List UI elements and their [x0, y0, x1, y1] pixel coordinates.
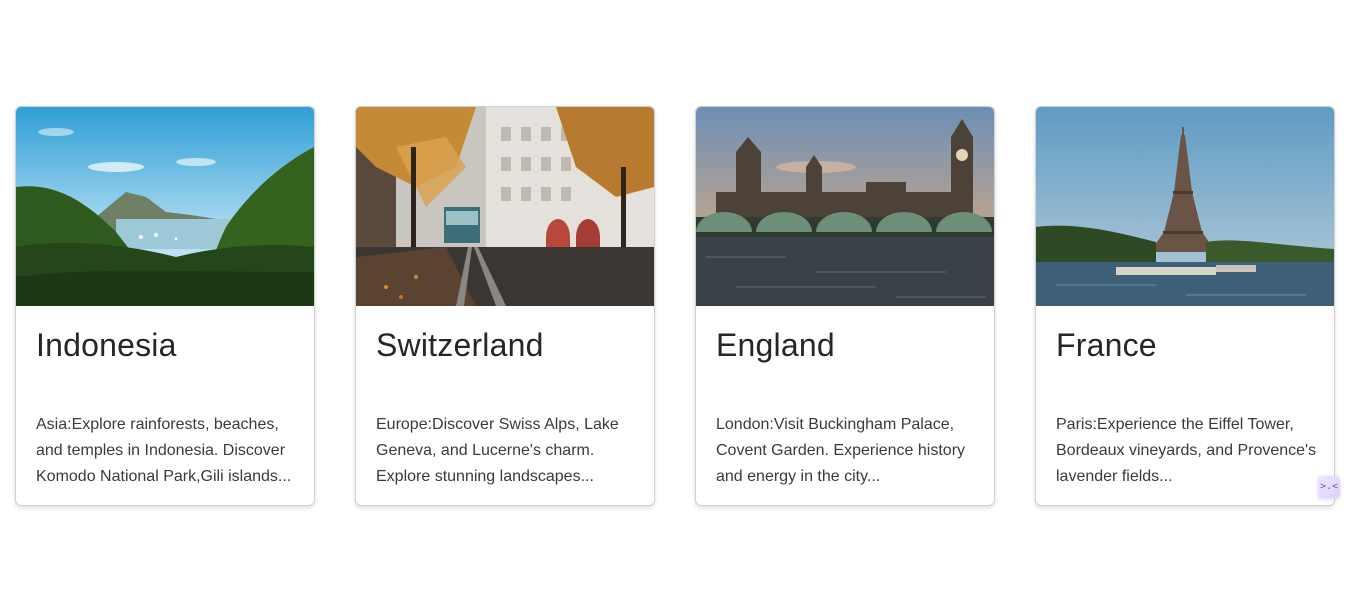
card-title: France [1056, 327, 1157, 363]
card-description: Paris:Experience the Eiffel Tower, Borde… [1056, 416, 1317, 485]
destination-card-indonesia[interactable]: Indonesia Asia:Explore rainforests, beac… [15, 106, 315, 506]
card-description: Asia:Explore rainforests, beaches, and t… [36, 416, 292, 485]
card-title: Indonesia [36, 327, 177, 363]
destination-card-switzerland[interactable]: Switzerland Europe:Discover Swiss Alps, … [355, 106, 655, 506]
eiffel-tower-river-photo-icon[interactable] [1036, 107, 1334, 306]
card-description: Europe:Discover Swiss Alps, Lake Geneva,… [376, 416, 619, 485]
card-title: Switzerland [376, 327, 544, 363]
tropical-bay-photo-icon[interactable] [16, 107, 314, 306]
card-title: England [716, 327, 835, 363]
card-description: London:Visit Buckingham Palace, Covent G… [716, 416, 966, 485]
destination-card-list: Indonesia Asia:Explore rainforests, beac… [15, 106, 1335, 506]
parliament-big-ben-photo-icon[interactable] [696, 107, 994, 306]
city-street-tram-photo-icon[interactable] [356, 107, 654, 306]
collapse-arrows-icon[interactable]: >.< [1318, 476, 1340, 498]
destination-card-france[interactable]: France Paris:Experience the Eiffel Tower… [1035, 106, 1335, 506]
destination-card-england[interactable]: England London:Visit Buckingham Palace, … [695, 106, 995, 506]
